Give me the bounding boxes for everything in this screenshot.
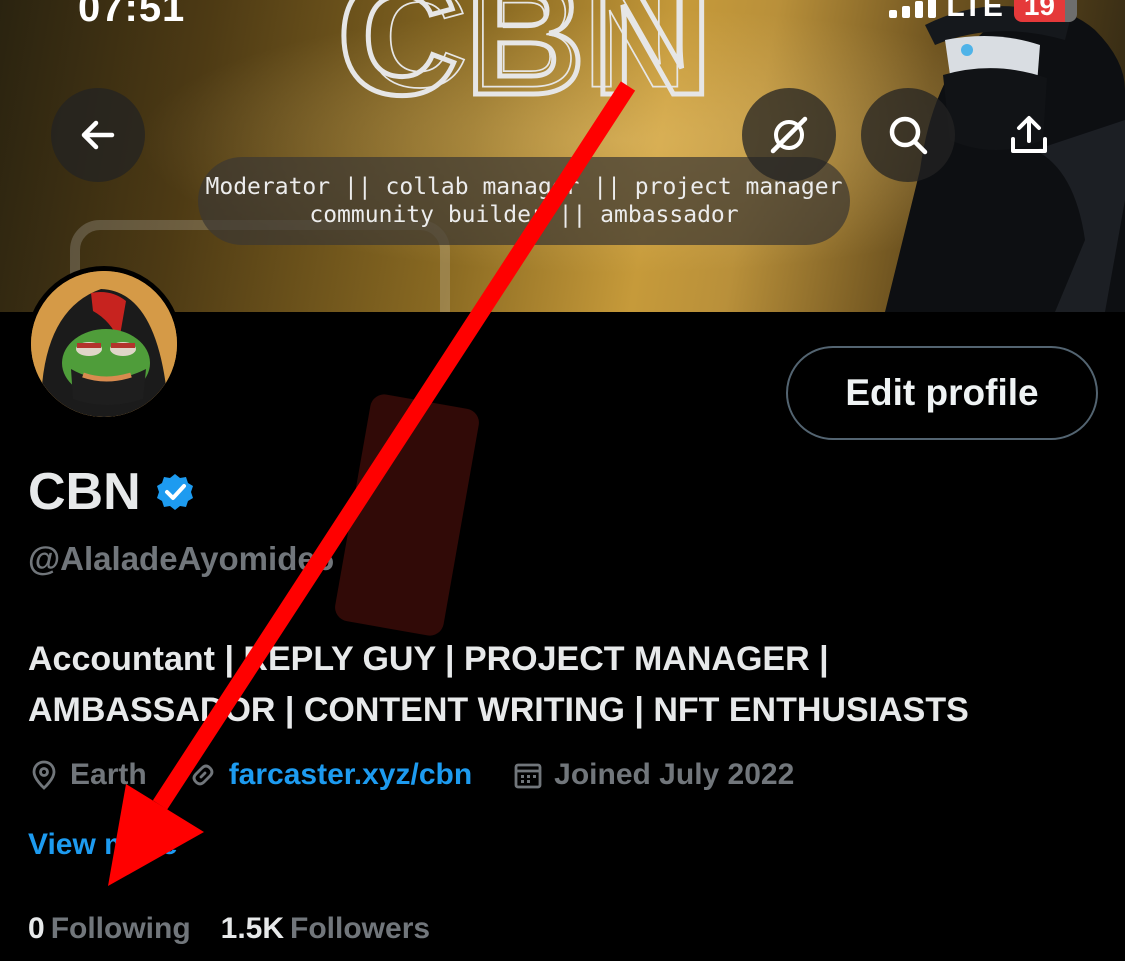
website-link[interactable]: farcaster.xyz/cbn <box>229 758 472 792</box>
arrow-left-icon <box>81 120 115 150</box>
status-indicators: LTE 19 <box>889 0 1077 24</box>
joined-date: Joined July 2022 <box>554 758 795 791</box>
profile-meta-row: Earth farcaster.xyz/cbn Joined July 2022 <box>28 758 834 792</box>
bio-line-1: Accountant | REPLY GUY | PROJECT MANAGER… <box>28 640 829 678</box>
followers-count: 1.5K <box>220 912 285 945</box>
profile-handle: @AlaladeAyomide6 <box>28 540 335 577</box>
view-more-link[interactable]: View more <box>28 828 178 862</box>
website-item[interactable]: farcaster.xyz/cbn <box>187 758 472 792</box>
following-count: 0 <box>28 912 45 945</box>
banner-tagline-line-1: Moderator || collab manager || project m… <box>205 174 843 200</box>
back-button[interactable] <box>51 88 145 182</box>
verified-badge-icon[interactable] <box>155 472 195 512</box>
following-label: Following <box>50 912 191 945</box>
joined-item: Joined July 2022 <box>512 758 794 792</box>
search-button[interactable] <box>861 88 955 182</box>
banner-tagline: Moderator || collab manager || project m… <box>198 157 850 245</box>
share-icon <box>1011 116 1047 153</box>
share-button[interactable] <box>982 88 1076 182</box>
grok-icon <box>770 116 808 154</box>
banner-logo: CBN CBN <box>335 0 716 116</box>
annotation-highlight <box>335 394 479 636</box>
display-name: CBN <box>28 463 141 521</box>
following-stat[interactable]: 0 Following <box>28 912 191 946</box>
search-icon <box>889 116 928 155</box>
battery-icon: 19 <box>1013 0 1077 22</box>
location-pin-icon <box>32 760 56 790</box>
banner-tagline-line-2: community builder || ambassador <box>309 202 739 228</box>
link-icon <box>192 764 214 786</box>
profile-bio: Accountant | REPLY GUY | PROJECT MANAGER… <box>28 634 1088 736</box>
pepe-avatar-illustration <box>31 271 177 417</box>
edit-profile-button[interactable]: Edit profile <box>786 346 1098 440</box>
status-time: 07:51 <box>78 0 186 30</box>
profile-banner[interactable]: CBN CBN Moderator || collab manager || p… <box>0 0 1125 312</box>
location-item: Earth <box>28 758 147 792</box>
grok-button[interactable] <box>742 88 836 182</box>
followers-label: Followers <box>290 912 431 945</box>
bio-line-2: AMBASSADOR | CONTENT WRITING | NFT ENTHU… <box>28 691 969 729</box>
avatar-image <box>31 271 177 417</box>
display-name-row: CBN <box>28 462 195 522</box>
location-text: Earth <box>70 758 147 791</box>
profile-avatar[interactable] <box>26 266 182 422</box>
network-type: LTE <box>946 0 1004 23</box>
follow-stats: 0 Following 1.5K Followers <box>28 912 460 946</box>
signal-icon <box>889 0 937 18</box>
banner-logo-inner-outline: CBN <box>364 0 692 116</box>
calendar-icon <box>514 763 542 789</box>
followers-stat[interactable]: 1.5K Followers <box>221 912 430 946</box>
